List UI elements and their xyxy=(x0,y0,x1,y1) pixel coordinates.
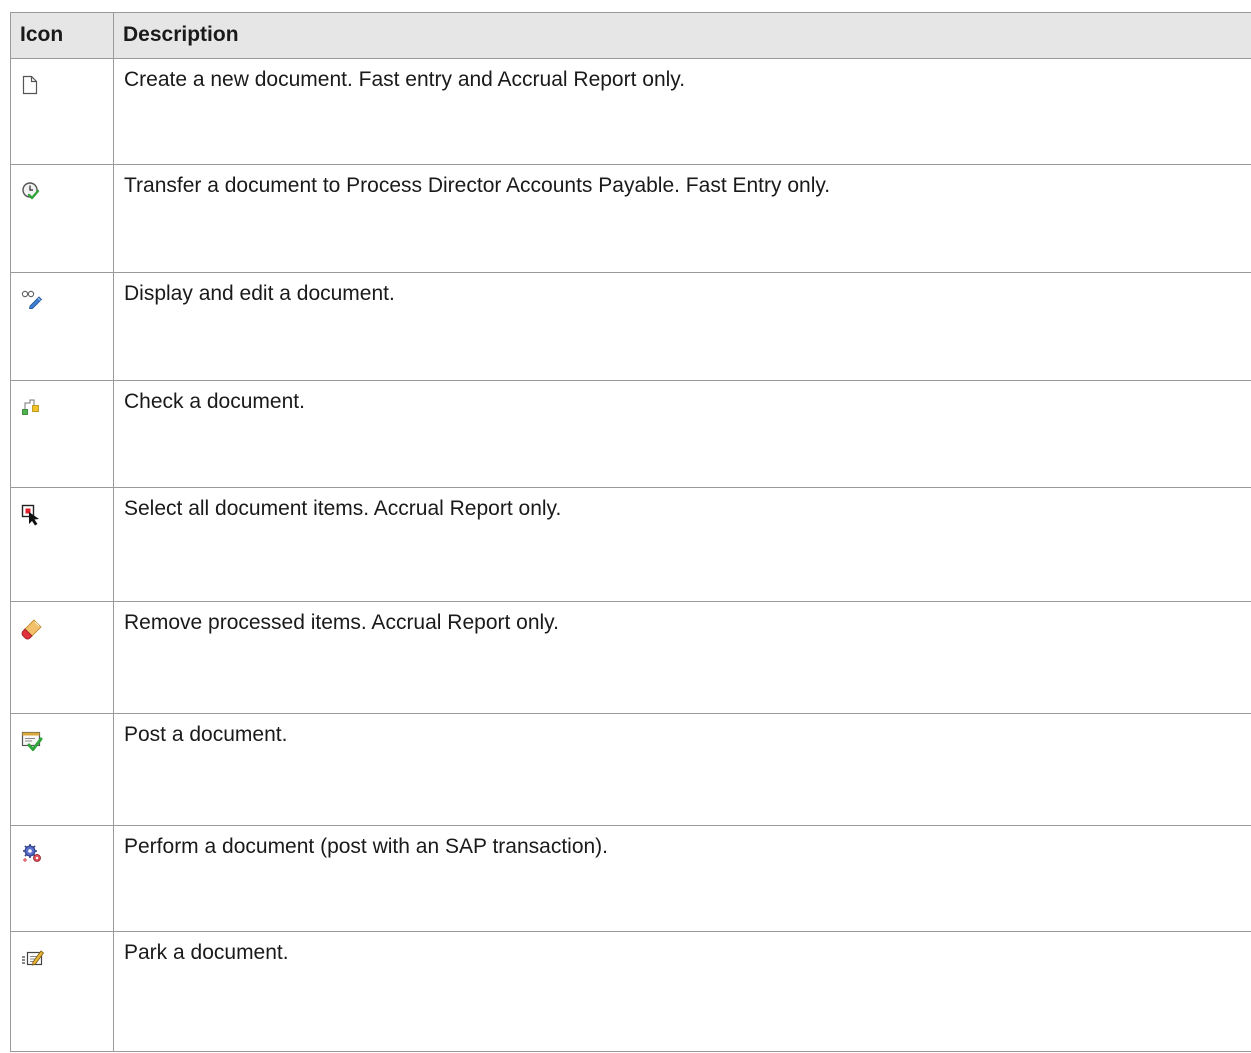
description-cell: Post a document. xyxy=(113,713,1251,826)
table-row: Display and edit a document. xyxy=(10,272,1251,381)
eraser-icon xyxy=(21,618,113,640)
park-document-icon xyxy=(21,948,113,970)
table-row: Park a document. xyxy=(10,931,1251,1052)
new-document-icon xyxy=(21,75,113,95)
table-row: Select all document items. Accrual Repor… xyxy=(10,487,1251,602)
perform-document-icon xyxy=(21,842,113,864)
table-row: Create a new document. Fast entry and Ac… xyxy=(10,58,1251,165)
description-cell: Remove processed items. Accrual Report o… xyxy=(113,601,1251,714)
icon-cell xyxy=(10,825,114,932)
check-document-icon xyxy=(21,397,113,417)
table-row: Post a document. xyxy=(10,713,1251,826)
icon-cell xyxy=(10,601,114,714)
table-row: Check a document. xyxy=(10,380,1251,488)
icon-cell xyxy=(10,58,114,165)
description-cell: Transfer a document to Process Director … xyxy=(113,164,1251,273)
header-icon: Icon xyxy=(10,12,114,59)
icon-cell xyxy=(10,164,114,273)
icon-cell xyxy=(10,380,114,488)
transfer-document-icon xyxy=(21,181,113,201)
select-all-icon xyxy=(21,504,113,526)
icon-cell xyxy=(10,487,114,602)
display-edit-icon xyxy=(21,289,113,309)
icon-cell xyxy=(10,931,114,1052)
description-cell: Select all document items. Accrual Repor… xyxy=(113,487,1251,602)
icon-cell xyxy=(10,713,114,826)
table-row: Perform a document (post with an SAP tra… xyxy=(10,825,1251,932)
table-row: Remove processed items. Accrual Report o… xyxy=(10,601,1251,714)
description-cell: Park a document. xyxy=(113,931,1251,1052)
table-row: Transfer a document to Process Director … xyxy=(10,164,1251,273)
icon-description-table: Icon Description Create a new document. … xyxy=(10,12,1251,1052)
icon-cell xyxy=(10,272,114,381)
table-header-row: Icon Description xyxy=(10,12,1251,59)
header-description: Description xyxy=(113,12,1251,59)
description-cell: Create a new document. Fast entry and Ac… xyxy=(113,58,1251,165)
description-cell: Perform a document (post with an SAP tra… xyxy=(113,825,1251,932)
post-document-icon xyxy=(21,730,113,752)
description-cell: Check a document. xyxy=(113,380,1251,488)
description-cell: Display and edit a document. xyxy=(113,272,1251,381)
